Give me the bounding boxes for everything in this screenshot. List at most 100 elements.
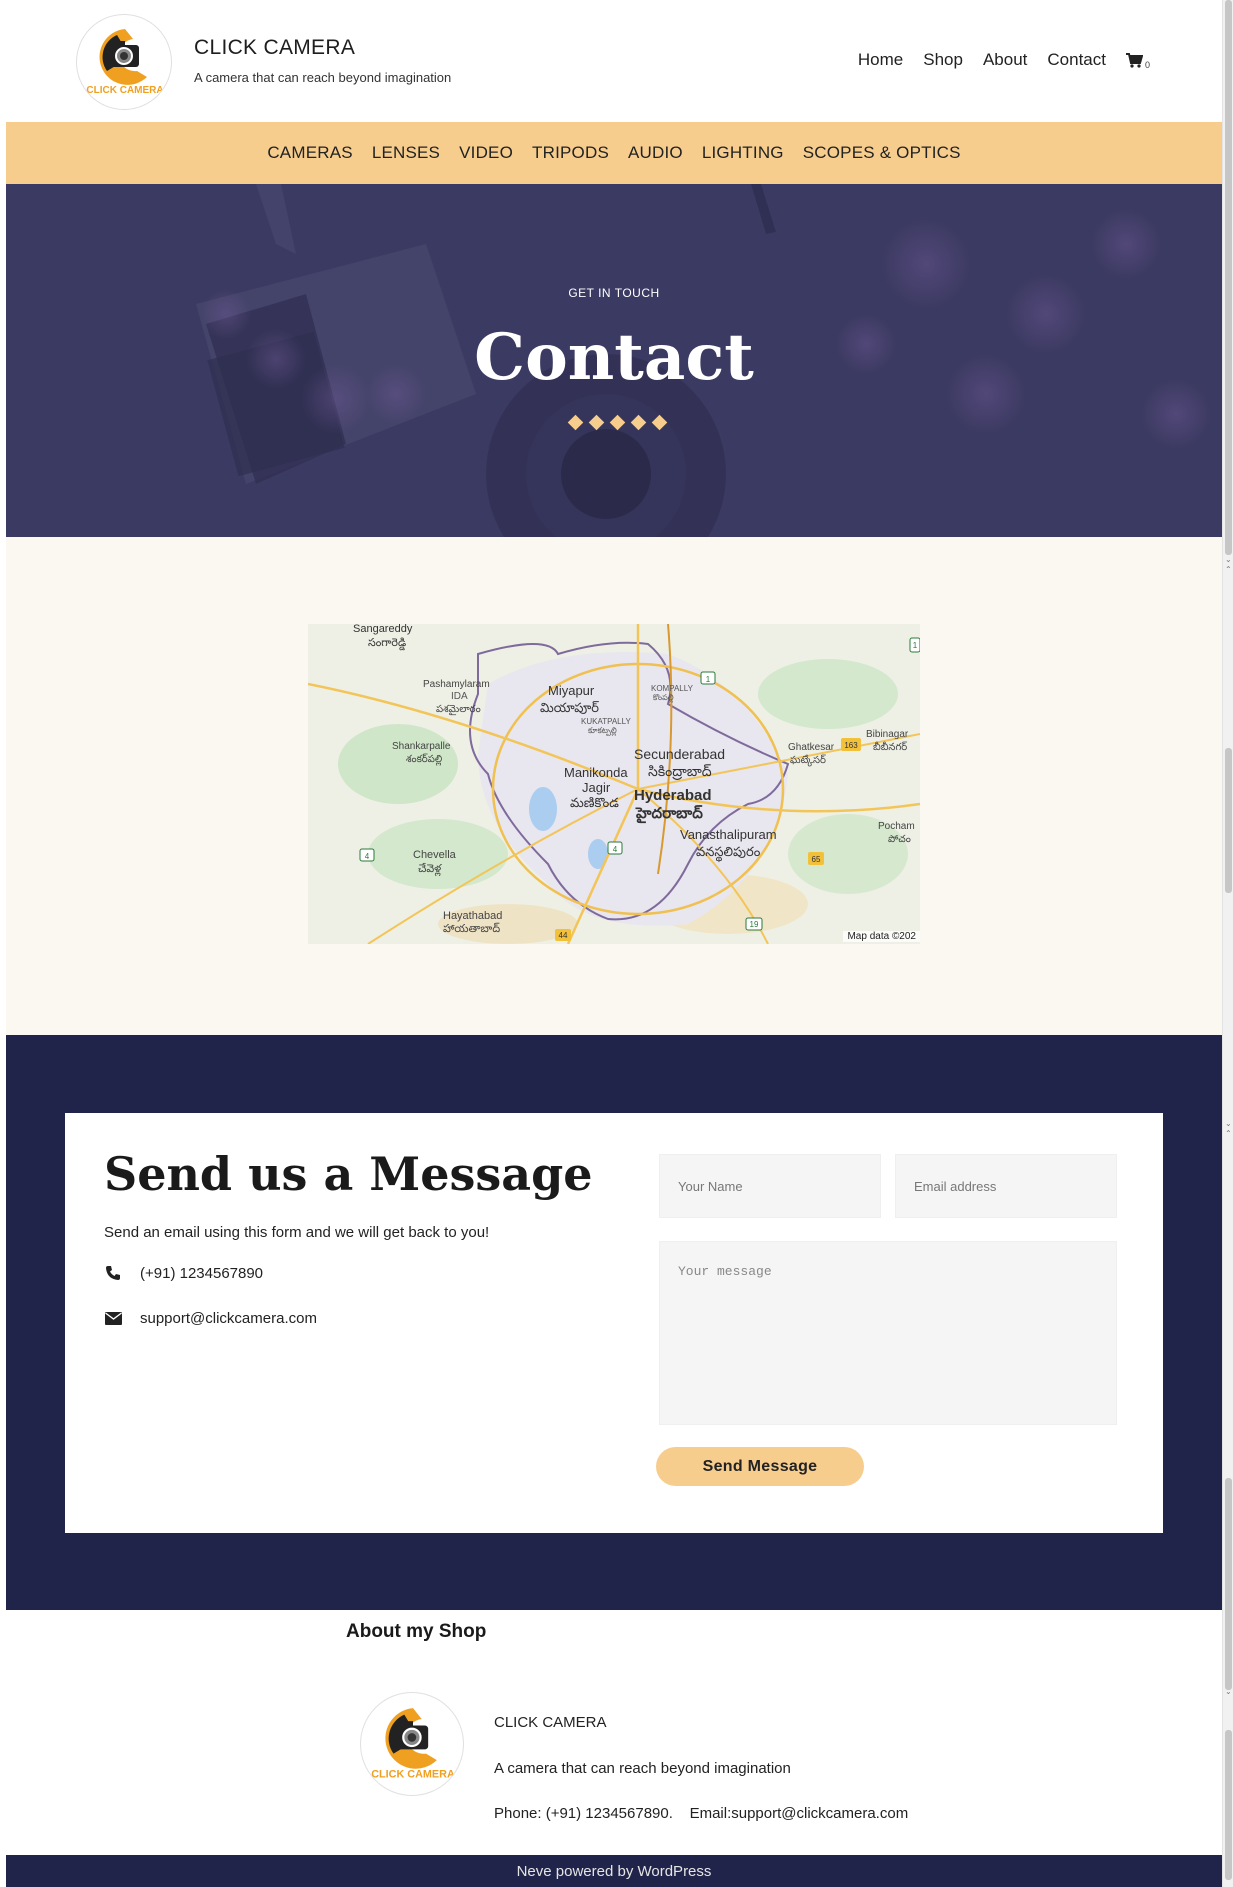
phone-number: (+91) 1234567890	[140, 1264, 264, 1282]
nav-shop[interactable]: Shop	[923, 50, 963, 70]
scrollbar-thumb[interactable]	[1225, 0, 1232, 555]
map-label: మియాపూర్	[540, 700, 599, 715]
nav-home[interactable]: Home	[858, 50, 903, 70]
cart-icon	[1125, 52, 1143, 68]
map-label: శంకర్‌పల్లి	[406, 753, 442, 766]
map-label: Secunderabad	[634, 746, 725, 762]
map-label: Vanasthalipuram	[680, 827, 777, 842]
svg-text:4: 4	[365, 852, 370, 861]
map-label: పశమైలారం	[436, 704, 481, 716]
footer-credit-bar: Neve powered by WordPress	[6, 1855, 1222, 1887]
decorative-diamonds	[567, 414, 668, 431]
map-label: కొంపల్లి	[653, 693, 674, 703]
contact-description: Send an email using this form and we wil…	[104, 1224, 490, 1241]
scrollbar-thumb[interactable]	[1225, 1730, 1232, 1880]
send-message-button[interactable]: Send Message	[656, 1447, 864, 1486]
nav-about[interactable]: About	[983, 50, 1027, 70]
road-shield: 4	[607, 841, 623, 855]
site-tagline: A camera that can reach beyond imaginati…	[194, 70, 452, 85]
scrollbar-thumb[interactable]	[1225, 748, 1232, 893]
site-header: CLICK CAMERA CLICK CAMERA A camera that …	[6, 0, 1222, 122]
svg-text:1: 1	[913, 641, 918, 650]
email-field-wrap	[895, 1154, 1117, 1218]
map-credit: Map data ©202	[843, 931, 920, 942]
map-label: Pocham	[878, 821, 915, 832]
scrollbar-thumb[interactable]	[1225, 1478, 1232, 1690]
svg-text:65: 65	[812, 855, 821, 864]
road-shield: 1	[700, 671, 716, 685]
phone-icon	[104, 1264, 122, 1282]
primary-nav: Home Shop About Contact 0	[858, 50, 1150, 70]
road-shield: 163	[841, 738, 861, 751]
envelope-icon	[104, 1309, 122, 1327]
svg-text:163: 163	[844, 741, 858, 750]
cart-link[interactable]: 0	[1125, 52, 1150, 70]
diamond-icon	[588, 414, 605, 431]
map-label: బీబీనగర్	[873, 741, 907, 753]
contact-phone[interactable]: (+91) 1234567890	[104, 1264, 263, 1282]
map-label: KOMPALLY	[651, 684, 694, 693]
map-label: హైదరాబాద్	[635, 805, 703, 824]
map-label: Shankarpalle	[392, 741, 451, 752]
hero-eyebrow: GET IN TOUCH	[568, 286, 660, 300]
road-shield: 4	[359, 848, 375, 862]
diamond-icon	[630, 414, 647, 431]
category-audio[interactable]: AUDIO	[628, 143, 683, 163]
map-label: ఘట్కేసర్	[790, 754, 826, 767]
page-scrollbar[interactable]: ⌄ ⌃ ⌄ ⌃ ⌄	[1222, 0, 1233, 1887]
map-section: Sangareddy సంగారెడ్డి Pashamylaram IDA ప…	[6, 537, 1222, 1035]
category-scopes-optics[interactable]: SCOPES & OPTICS	[803, 143, 961, 163]
contact-card: Send us a Message Send an email using th…	[65, 1113, 1163, 1533]
map-label: Manikonda	[564, 765, 628, 780]
map-label: Bibinagar	[866, 729, 909, 740]
email-address: support@clickcamera.com	[140, 1309, 317, 1327]
map-label: KUKATPALLY	[581, 717, 631, 726]
map-label: Sangareddy	[353, 624, 413, 635]
page-title: Contact	[474, 320, 754, 395]
scroll-up-icon[interactable]: ⌃	[1225, 1130, 1232, 1138]
email-input[interactable]	[896, 1155, 1116, 1217]
message-textarea[interactable]	[660, 1242, 1116, 1424]
category-lighting[interactable]: LIGHTING	[702, 143, 784, 163]
site-logo[interactable]: CLICK CAMERA	[76, 14, 172, 110]
map-label: IDA	[451, 691, 468, 702]
footer-logo: CLICK CAMERA	[360, 1692, 464, 1796]
map-label: Hayathabad	[443, 910, 502, 922]
footer-credit[interactable]: Neve powered by WordPress	[517, 1863, 712, 1880]
name-input[interactable]	[660, 1155, 880, 1217]
site-title[interactable]: CLICK CAMERA	[194, 36, 355, 60]
footer-tagline: A camera that can reach beyond imaginati…	[494, 1760, 791, 1777]
map-label: Jagir	[582, 780, 611, 795]
category-lenses[interactable]: LENSES	[372, 143, 440, 163]
hero-banner: GET IN TOUCH Contact	[6, 184, 1222, 537]
road-shield: 44	[555, 929, 571, 941]
map-label: Miyapur	[548, 683, 595, 698]
footer-about: About my Shop CLICK CAMERA CLICK CAMERA …	[6, 1610, 1222, 1855]
map-label: Chevella	[413, 849, 457, 861]
map-label: చేవెళ్ల	[418, 862, 442, 877]
map-label: హాయతాబాద్	[443, 922, 500, 935]
category-video[interactable]: VIDEO	[459, 143, 513, 163]
camera-logo-icon: CLICK CAMERA	[371, 1708, 455, 1781]
scroll-down-icon[interactable]: ⌄	[1225, 1688, 1232, 1696]
scroll-down-icon[interactable]: ⌄	[1225, 556, 1232, 564]
category-tripods[interactable]: TRIPODS	[532, 143, 609, 163]
diamond-icon	[567, 414, 584, 431]
nav-contact[interactable]: Contact	[1047, 50, 1106, 70]
embedded-map[interactable]: Sangareddy సంగారెడ్డి Pashamylaram IDA ప…	[308, 624, 920, 944]
scroll-down-icon[interactable]: ⌄	[1225, 1120, 1232, 1128]
footer-contact-line: Phone: (+91) 1234567890. Email:support@c…	[494, 1805, 909, 1822]
map-canvas: Sangareddy సంగారెడ్డి Pashamylaram IDA ప…	[308, 624, 920, 944]
contact-email[interactable]: support@clickcamera.com	[104, 1309, 317, 1327]
scroll-up-icon[interactable]: ⌃	[1225, 566, 1232, 574]
svg-text:CLICK CAMERA: CLICK CAMERA	[86, 85, 163, 96]
svg-text:4: 4	[613, 845, 618, 854]
category-cameras[interactable]: CAMERAS	[267, 143, 352, 163]
diamond-icon	[609, 414, 626, 431]
road-shield: 65	[808, 852, 824, 865]
about-heading: About my Shop	[346, 1621, 487, 1642]
contact-heading: Send us a Message	[104, 1147, 593, 1201]
camera-logo-icon: CLICK CAMERA	[86, 29, 164, 96]
message-field-wrap	[659, 1241, 1117, 1425]
footer-shop-name: CLICK CAMERA	[494, 1714, 607, 1731]
